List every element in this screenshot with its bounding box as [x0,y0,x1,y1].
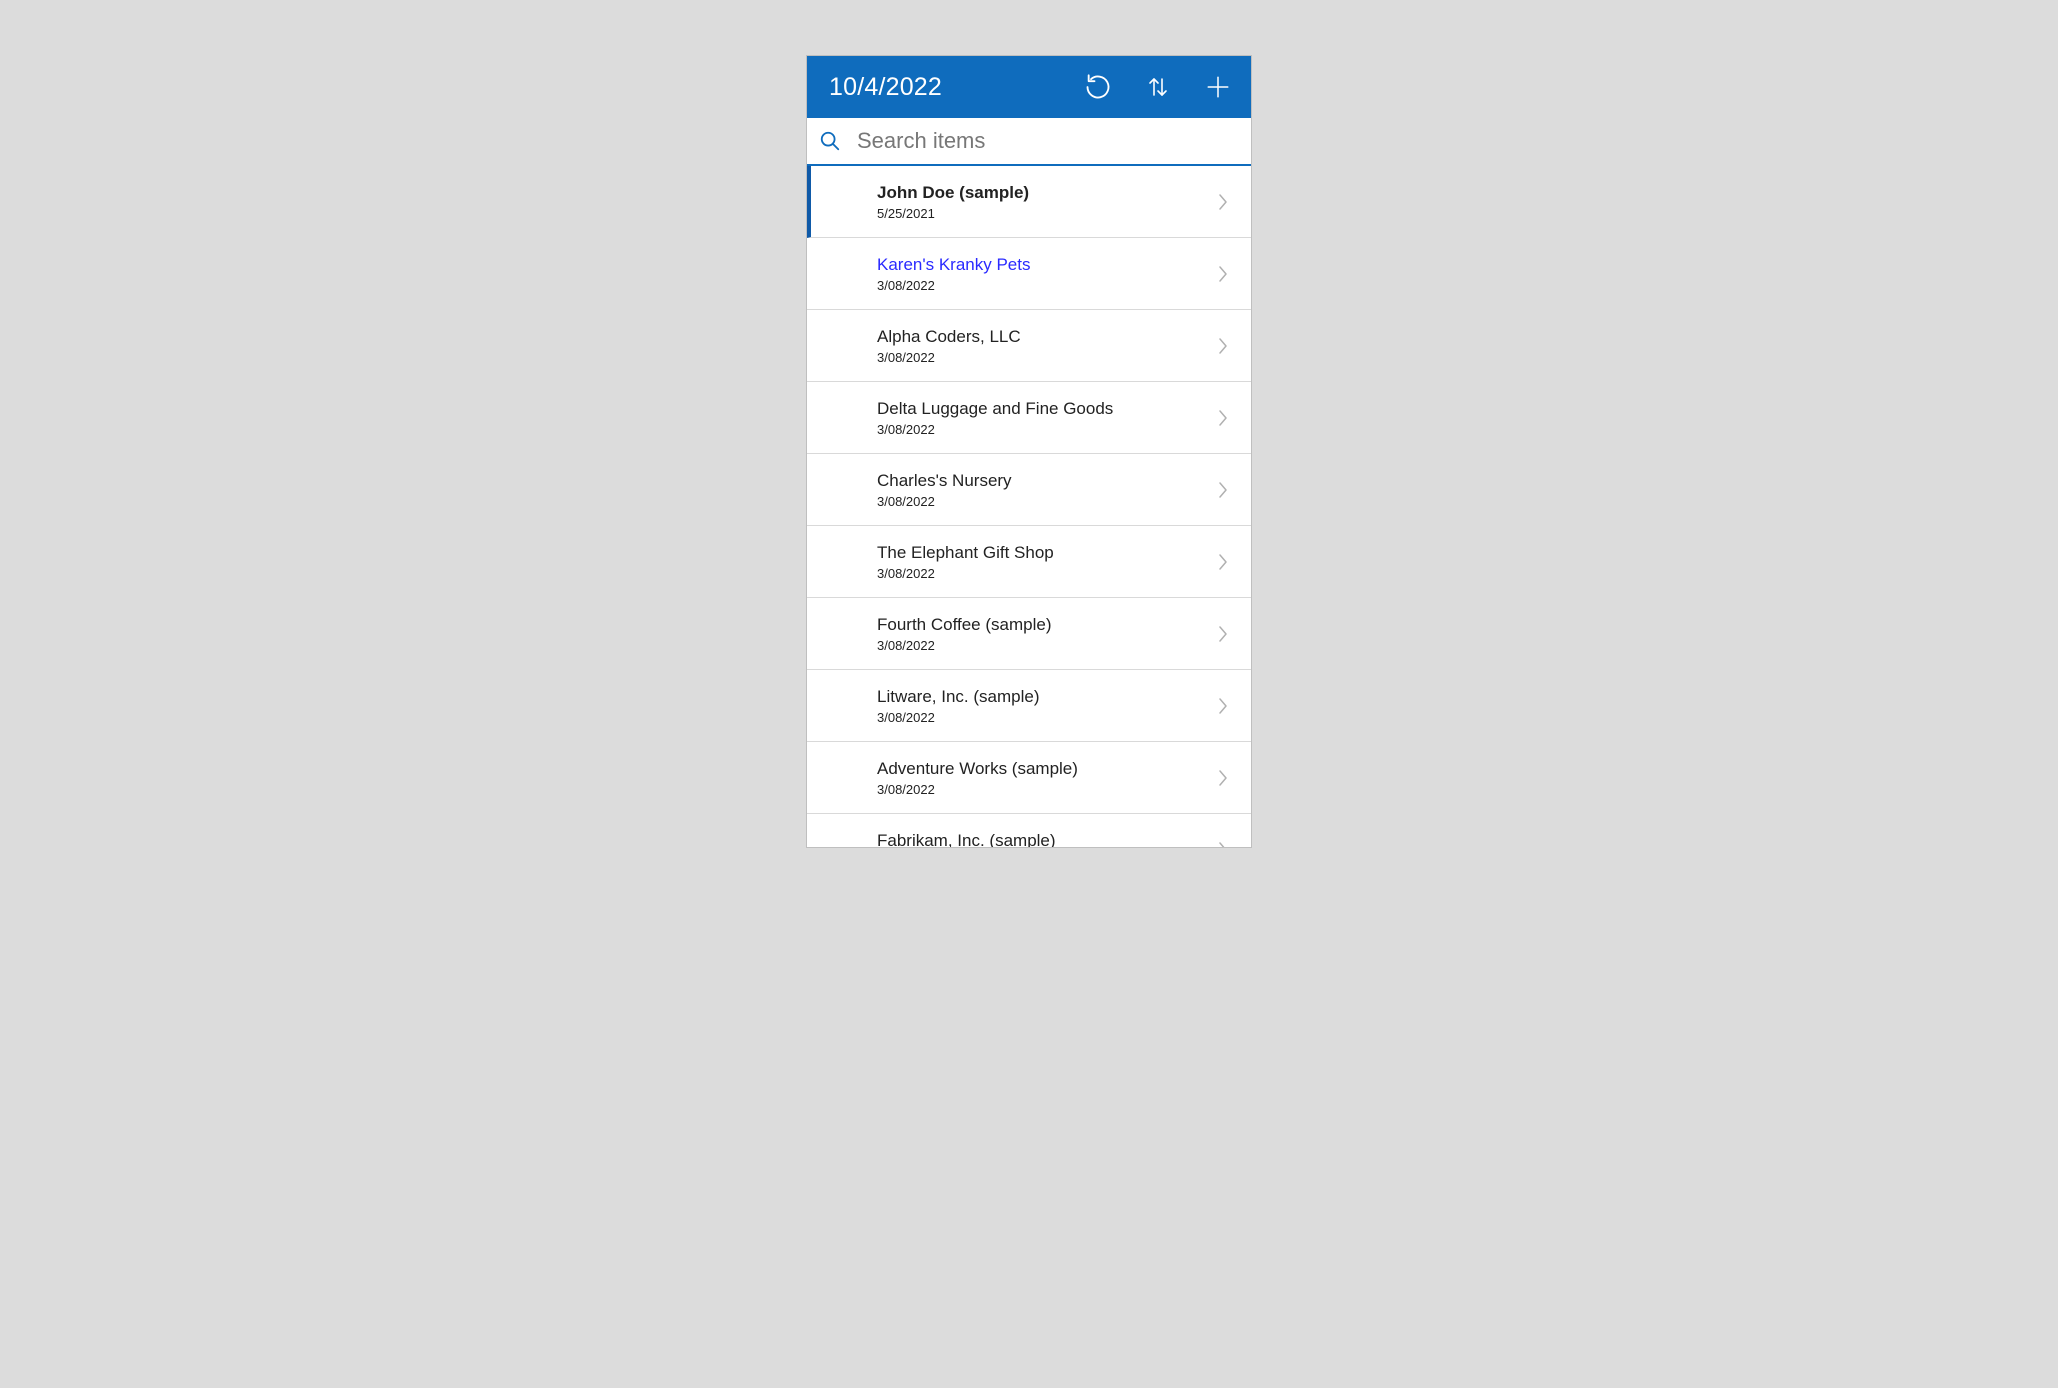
list-item-text: Fabrikam, Inc. (sample)3/08/2022 [877,830,1215,847]
list-item-subtitle: 3/08/2022 [877,710,1215,725]
list-item-title: Litware, Inc. (sample) [877,686,1215,707]
list-item-title: John Doe (sample) [877,182,1215,203]
list-item[interactable]: The Elephant Gift Shop 3/08/2022 [807,526,1251,598]
list-item[interactable]: Delta Luggage and Fine Goods 3/08/2022 [807,382,1251,454]
list-item-text: John Doe (sample) 5/25/2021 [877,182,1215,220]
list-item-subtitle: 3/08/2022 [877,494,1215,509]
search-input[interactable] [857,128,1241,154]
list-item-subtitle: 3/08/2022 [877,566,1215,581]
list-item[interactable]: Adventure Works (sample) 3/08/2022 [807,742,1251,814]
list-item-text: Charles's Nursery 3/08/2022 [877,470,1215,508]
list-item[interactable]: Alpha Coders, LLC 3/08/2022 [807,310,1251,382]
list-item-title: Karen's Kranky Pets [877,254,1215,275]
list-item[interactable]: Litware, Inc. (sample) 3/08/2022 [807,670,1251,742]
list-item-text: Delta Luggage and Fine Goods 3/08/2022 [877,398,1215,436]
list-item-text: The Elephant Gift Shop 3/08/2022 [877,542,1215,580]
refresh-icon[interactable] [1083,72,1113,102]
chevron-right-icon [1215,550,1231,574]
list-item[interactable]: Karen's Kranky Pets 3/08/2022 [807,238,1251,310]
chevron-right-icon [1215,334,1231,358]
list-item-title: Adventure Works (sample) [877,758,1215,779]
chevron-right-icon [1215,190,1231,214]
app-frame: 10/4/2022 [806,55,1252,848]
chevron-right-icon [1215,838,1231,848]
chevron-right-icon [1215,262,1231,286]
list-item-subtitle: 3/08/2022 [877,350,1215,365]
list-item-text: Litware, Inc. (sample) 3/08/2022 [877,686,1215,724]
list-item-text: Alpha Coders, LLC 3/08/2022 [877,326,1215,364]
list-item-subtitle: 3/08/2022 [877,422,1215,437]
list-item-title: Delta Luggage and Fine Goods [877,398,1215,419]
sort-icon[interactable] [1143,72,1173,102]
list-item-subtitle: 3/08/2022 [877,782,1215,797]
list-item-text: Adventure Works (sample) 3/08/2022 [877,758,1215,796]
chevron-right-icon [1215,478,1231,502]
search-bar [807,118,1251,166]
list-item[interactable]: Fourth Coffee (sample) 3/08/2022 [807,598,1251,670]
list-item-title: Fourth Coffee (sample) [877,614,1215,635]
list-item-title: Fabrikam, Inc. (sample) [877,830,1215,847]
header-title: 10/4/2022 [829,73,1083,102]
header-actions [1083,72,1233,102]
list-item[interactable]: Charles's Nursery 3/08/2022 [807,454,1251,526]
list-item[interactable]: Fabrikam, Inc. (sample)3/08/2022 [807,814,1251,847]
items-list: John Doe (sample) 5/25/2021 Karen's Kranky… [807,166,1251,847]
list-item-title: The Elephant Gift Shop [877,542,1215,563]
list-item-text: Fourth Coffee (sample) 3/08/2022 [877,614,1215,652]
list-item-subtitle: 5/25/2021 [877,206,1215,221]
chevron-right-icon [1215,766,1231,790]
chevron-right-icon [1215,622,1231,646]
list-item-subtitle: 3/08/2022 [877,278,1215,293]
chevron-right-icon [1215,694,1231,718]
search-icon [817,128,843,154]
header-bar: 10/4/2022 [807,56,1251,118]
chevron-right-icon [1215,406,1231,430]
list-item-title: Charles's Nursery [877,470,1215,491]
add-icon[interactable] [1203,72,1233,102]
list-item-subtitle: 3/08/2022 [877,638,1215,653]
list-item-text: Karen's Kranky Pets 3/08/2022 [877,254,1215,292]
list-item[interactable]: John Doe (sample) 5/25/2021 [807,166,1251,238]
list-item-title: Alpha Coders, LLC [877,326,1215,347]
